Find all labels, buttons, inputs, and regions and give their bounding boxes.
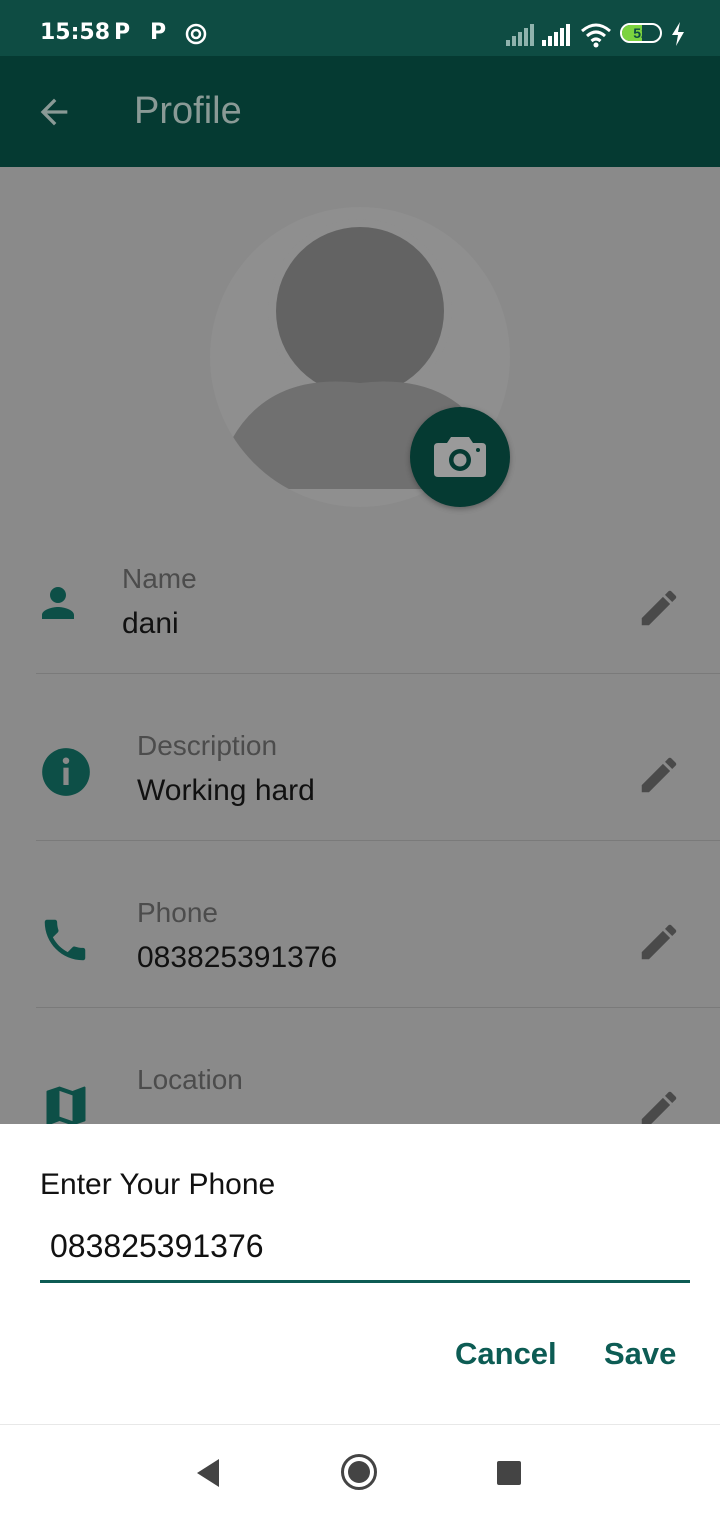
phone-icon bbox=[44, 919, 86, 961]
row-value: dani bbox=[122, 607, 179, 640]
profile-row-phone[interactable]: Phone 083825391376 bbox=[0, 841, 720, 1008]
navigation-bar bbox=[0, 1424, 720, 1521]
status-bar: 15:58 P P 52 bbox=[0, 0, 720, 56]
edit-pencil-icon[interactable] bbox=[636, 752, 682, 798]
app-bar: Profile bbox=[0, 56, 720, 167]
info-icon bbox=[42, 748, 90, 796]
status-time: 15:58 bbox=[40, 20, 111, 45]
profile-row-name[interactable]: Name dani bbox=[0, 507, 720, 674]
sync-icon bbox=[185, 23, 207, 45]
back-nav-icon[interactable] bbox=[193, 1457, 223, 1489]
notification-p-icon: P bbox=[114, 20, 131, 45]
page-title: Profile bbox=[134, 90, 242, 132]
edit-pencil-icon[interactable] bbox=[636, 919, 682, 965]
row-label: Name bbox=[122, 563, 197, 594]
row-label: Description bbox=[137, 730, 278, 761]
battery-icon: 52 bbox=[620, 23, 662, 43]
phone-input[interactable] bbox=[40, 1222, 690, 1283]
profile-content: Name dani Description Working hard Phone… bbox=[0, 167, 720, 1124]
edit-pencil-icon[interactable] bbox=[636, 1086, 682, 1124]
row-label: Location bbox=[137, 1064, 243, 1095]
row-value: Working hard bbox=[137, 774, 315, 807]
row-value: 083825391376 bbox=[137, 941, 338, 974]
map-icon bbox=[46, 1086, 86, 1124]
save-button[interactable]: Save bbox=[604, 1336, 676, 1372]
dialog-title: Enter Your Phone bbox=[40, 1168, 276, 1201]
signal-icon bbox=[506, 24, 534, 46]
camera-icon bbox=[434, 437, 486, 477]
battery-level: 52 bbox=[633, 25, 649, 41]
recents-nav-icon[interactable] bbox=[496, 1460, 522, 1486]
edit-pencil-icon[interactable] bbox=[636, 585, 682, 631]
wifi-icon bbox=[581, 23, 611, 48]
notification-p-icon: P bbox=[150, 20, 167, 45]
signal-icon bbox=[542, 24, 570, 46]
person-icon bbox=[42, 587, 74, 619]
profile-row-location[interactable]: Location bbox=[0, 1008, 720, 1124]
profile-row-description[interactable]: Description Working hard bbox=[0, 674, 720, 841]
charging-icon bbox=[672, 22, 684, 46]
row-label: Phone bbox=[137, 897, 218, 928]
back-arrow-icon[interactable] bbox=[34, 92, 74, 132]
edit-phone-dialog: Enter Your Phone Cancel Save bbox=[0, 1124, 720, 1424]
home-nav-icon[interactable] bbox=[340, 1453, 378, 1491]
change-photo-button[interactable] bbox=[410, 407, 510, 507]
cancel-button[interactable]: Cancel bbox=[455, 1336, 557, 1372]
